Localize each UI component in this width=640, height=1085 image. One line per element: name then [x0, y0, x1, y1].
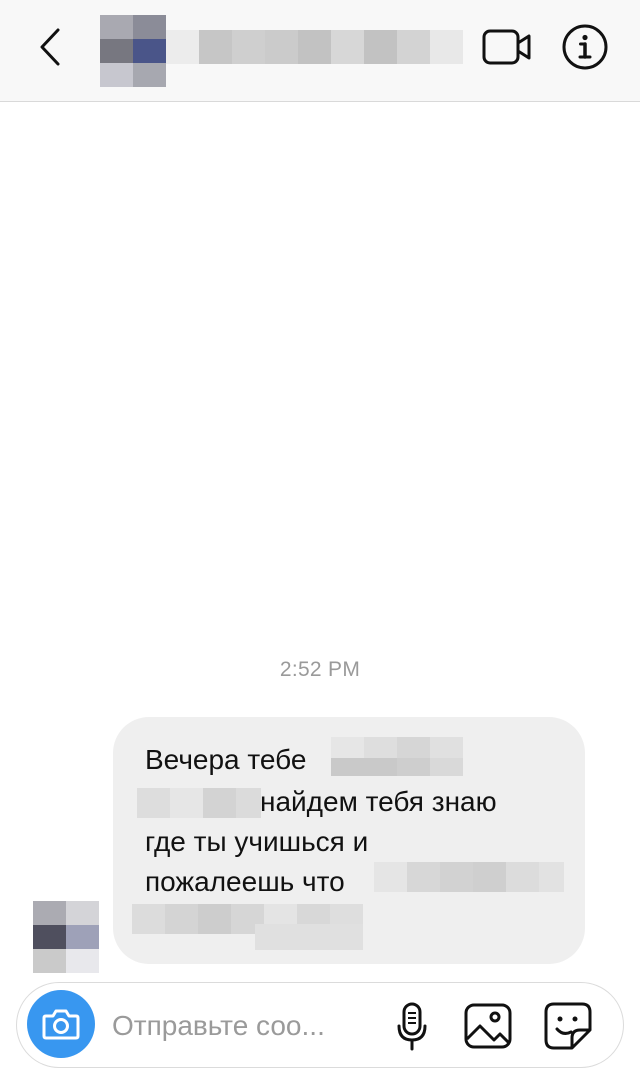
- gallery-icon: [464, 1003, 512, 1049]
- contact-avatar[interactable]: [100, 15, 166, 87]
- message-text: пожалеешь что: [145, 866, 345, 897]
- camera-button[interactable]: [27, 990, 95, 1058]
- sticker-button[interactable]: [542, 1000, 594, 1052]
- message-line-2: найдем тебя знаю: [260, 782, 497, 822]
- camera-icon: [42, 1009, 80, 1040]
- microphone-icon: [397, 1002, 427, 1051]
- message-line-3: где ты учишься и: [145, 822, 368, 862]
- chevron-left-icon: [40, 28, 60, 66]
- message-timestamp: 2:52 PM: [279, 658, 361, 681]
- sticker-icon: [544, 1002, 592, 1050]
- voice-message-button[interactable]: [392, 1000, 432, 1054]
- info-icon: [562, 24, 608, 70]
- video-camera-icon: [482, 29, 531, 65]
- message-text: Вечера тебе: [145, 744, 307, 775]
- contact-name-redacted[interactable]: [166, 30, 463, 64]
- back-button[interactable]: [28, 22, 72, 72]
- video-call-button[interactable]: [480, 24, 534, 70]
- message-text: найдем тебя знаю: [260, 786, 497, 817]
- message-text: где ты учишься и: [145, 826, 369, 857]
- info-button[interactable]: [560, 22, 610, 72]
- message-line-4: пожалеешь что: [145, 862, 345, 902]
- sender-avatar[interactable]: [33, 901, 99, 973]
- redacted-text: [374, 862, 564, 892]
- message-line-1: Вечера тебе: [145, 740, 306, 780]
- redacted-text: [255, 924, 363, 950]
- gallery-button[interactable]: [462, 1000, 514, 1052]
- redacted-text: [137, 788, 261, 818]
- message-input[interactable]: [112, 1004, 372, 1048]
- chat-header: [0, 0, 640, 102]
- redacted-text: [331, 758, 463, 776]
